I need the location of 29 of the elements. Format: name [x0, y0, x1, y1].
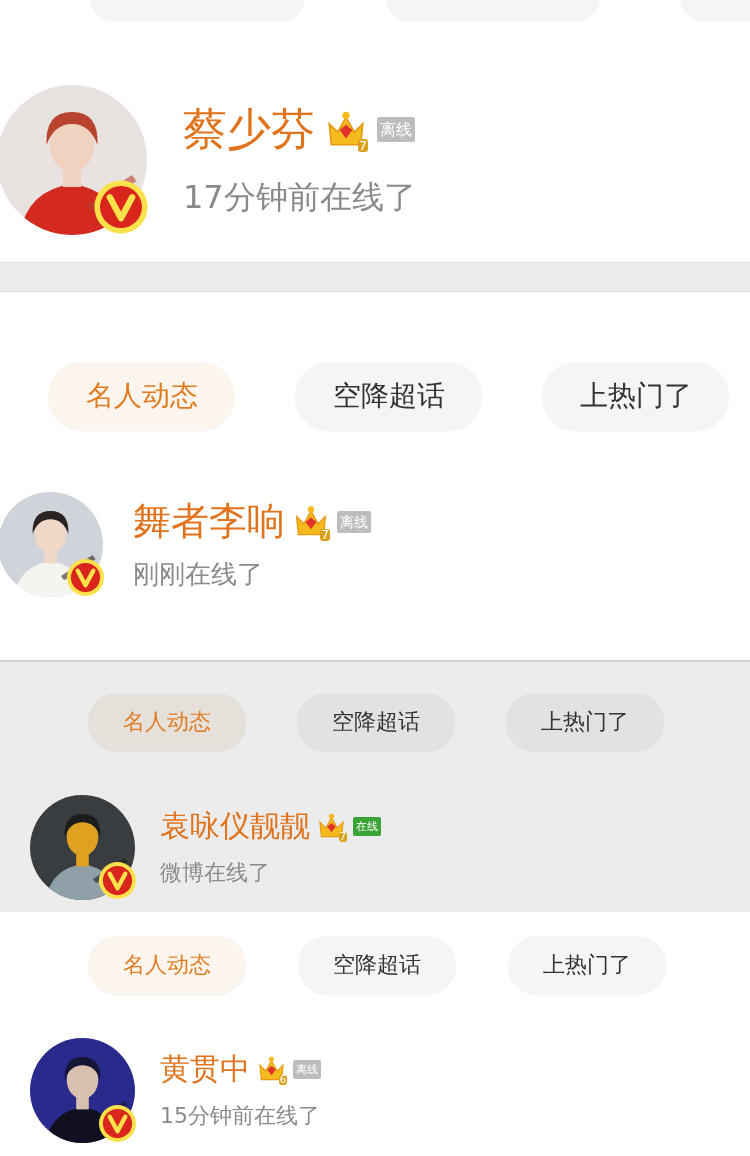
- last-seen-text: 微博在线了: [160, 860, 271, 887]
- tab[interactable]: 空降超话: [298, 936, 456, 994]
- tab[interactable]: 名人动态: [48, 362, 235, 430]
- tab[interactable]: 上热门了: [508, 936, 666, 994]
- tab[interactable]: 空降超话: [295, 362, 482, 430]
- vip-level: 6: [278, 1074, 287, 1085]
- status-badge: 离线: [293, 1059, 321, 1079]
- verified-icon: [93, 179, 149, 235]
- tab[interactable]: 上热门了: [506, 693, 664, 751]
- verified-icon: [98, 861, 137, 900]
- tab[interactable]: 名人动态: [88, 936, 246, 994]
- user-name[interactable]: 蔡少芬: [183, 103, 315, 157]
- verified-icon: [98, 1104, 137, 1143]
- tab[interactable]: 上热门了: [542, 362, 729, 430]
- vip-level: 7: [357, 138, 368, 152]
- last-seen-text: 17分钟前在线了: [183, 178, 416, 217]
- status-badge: 在线: [353, 816, 381, 836]
- user-name[interactable]: 黄贯中: [160, 1051, 250, 1088]
- user-name[interactable]: 舞者李响: [133, 499, 285, 545]
- verified-icon: [66, 558, 105, 597]
- tab[interactable]: 名人动态: [88, 693, 246, 751]
- vip-level: 7: [338, 831, 347, 842]
- last-seen-text: 15分钟前在线了: [160, 1103, 321, 1130]
- user-name[interactable]: 袁咏仪靓靓: [160, 808, 310, 845]
- last-seen-text: 刚刚在线了: [133, 558, 264, 590]
- status-badge: 离线: [337, 510, 371, 534]
- vip-level: 7: [320, 528, 330, 541]
- tab[interactable]: 空降超话: [297, 693, 455, 751]
- status-badge: 离线: [377, 117, 415, 143]
